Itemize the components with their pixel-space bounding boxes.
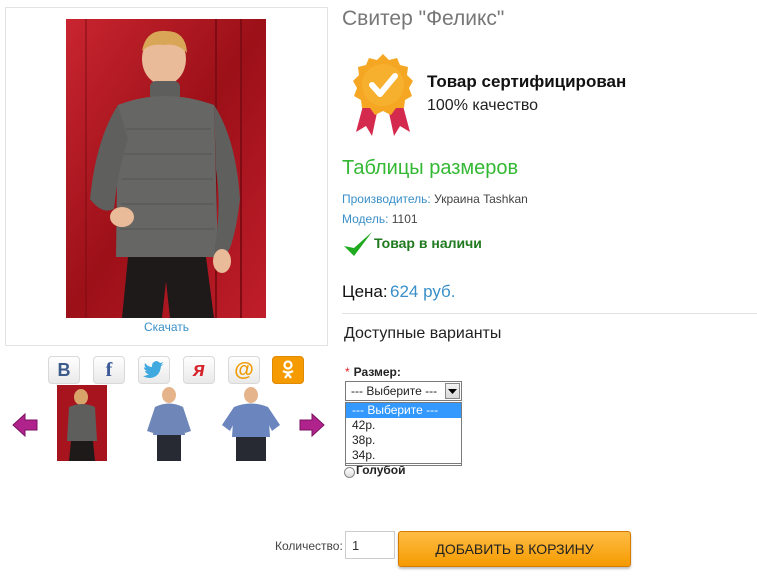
gallery-next-arrow-icon[interactable]: [299, 412, 325, 442]
product-title: Свитер "Феликс": [342, 7, 505, 30]
divider: [342, 313, 757, 314]
quantity-label: Количество:: [275, 539, 343, 553]
size-option[interactable]: 34р.: [346, 448, 461, 463]
in-stock-check-icon: [342, 230, 374, 263]
required-mark: *: [345, 365, 350, 379]
mail-glyph: @: [234, 358, 254, 381]
certificate-badge-icon: [350, 52, 416, 143]
color-radio[interactable]: [344, 467, 355, 478]
size-select[interactable]: --- Выберите ---: [345, 381, 462, 401]
size-option[interactable]: 38р.: [346, 433, 461, 448]
vk-icon[interactable]: B: [48, 356, 80, 384]
gallery-prev-arrow-icon[interactable]: [12, 412, 38, 442]
vk-glyph: B: [57, 359, 71, 380]
manufacturer-label[interactable]: Производитель:: [342, 192, 431, 206]
main-image-box: Скачать: [5, 7, 328, 346]
manufacturer-value: Украина Tashkan: [434, 192, 528, 206]
ok-icon[interactable]: [272, 356, 304, 384]
size-dropdown-list: --- Выберите --- 42р. 38р. 34р.: [345, 402, 462, 464]
gallery-thumbnail-2[interactable]: [145, 385, 193, 461]
twitter-icon[interactable]: [138, 356, 170, 384]
quantity-input[interactable]: [345, 531, 395, 559]
mail-ru-icon[interactable]: @: [228, 356, 260, 384]
price-value: 624 руб.: [390, 282, 456, 301]
options-title: Доступные варианты: [344, 325, 502, 342]
gallery-thumbnail-1[interactable]: [57, 385, 107, 461]
model-label: Модель:: [342, 212, 389, 226]
gallery-thumbnail-3[interactable]: [220, 385, 282, 461]
main-product-photo[interactable]: [66, 19, 266, 318]
facebook-icon[interactable]: f: [93, 356, 125, 384]
certificate-subtitle: 100% качество: [427, 97, 539, 114]
size-option[interactable]: --- Выберите ---: [346, 403, 461, 418]
size-table-link[interactable]: Таблицы размеров: [342, 157, 518, 180]
price-label: Цена:: [342, 282, 388, 301]
chevron-down-icon[interactable]: [445, 383, 460, 399]
twitter-bird-icon: [143, 361, 164, 378]
certificate-title: Товар сертифицирован: [427, 72, 627, 91]
stock-status: Товар в наличи: [374, 235, 482, 251]
odnoklassniki-y-icon[interactable]: я: [183, 356, 215, 384]
manufacturer-row: Производитель: Украина Tashkan: [342, 192, 528, 206]
size-label: * Размер:: [345, 365, 401, 379]
model-value: 1101: [391, 212, 418, 226]
size-label-text: Размер:: [353, 365, 401, 379]
ya-glyph: я: [193, 358, 205, 381]
size-option[interactable]: 42р.: [346, 418, 461, 433]
download-link[interactable]: Скачать: [6, 320, 327, 334]
ok-person-icon: [282, 360, 294, 379]
color-label: Голубой: [356, 463, 406, 477]
facebook-glyph: f: [105, 358, 113, 381]
add-to-cart-button[interactable]: ДОБАВИТЬ В КОРЗИНУ: [398, 531, 631, 567]
model-row: Модель: 1101: [342, 212, 418, 226]
size-select-value: --- Выберите ---: [351, 384, 438, 398]
